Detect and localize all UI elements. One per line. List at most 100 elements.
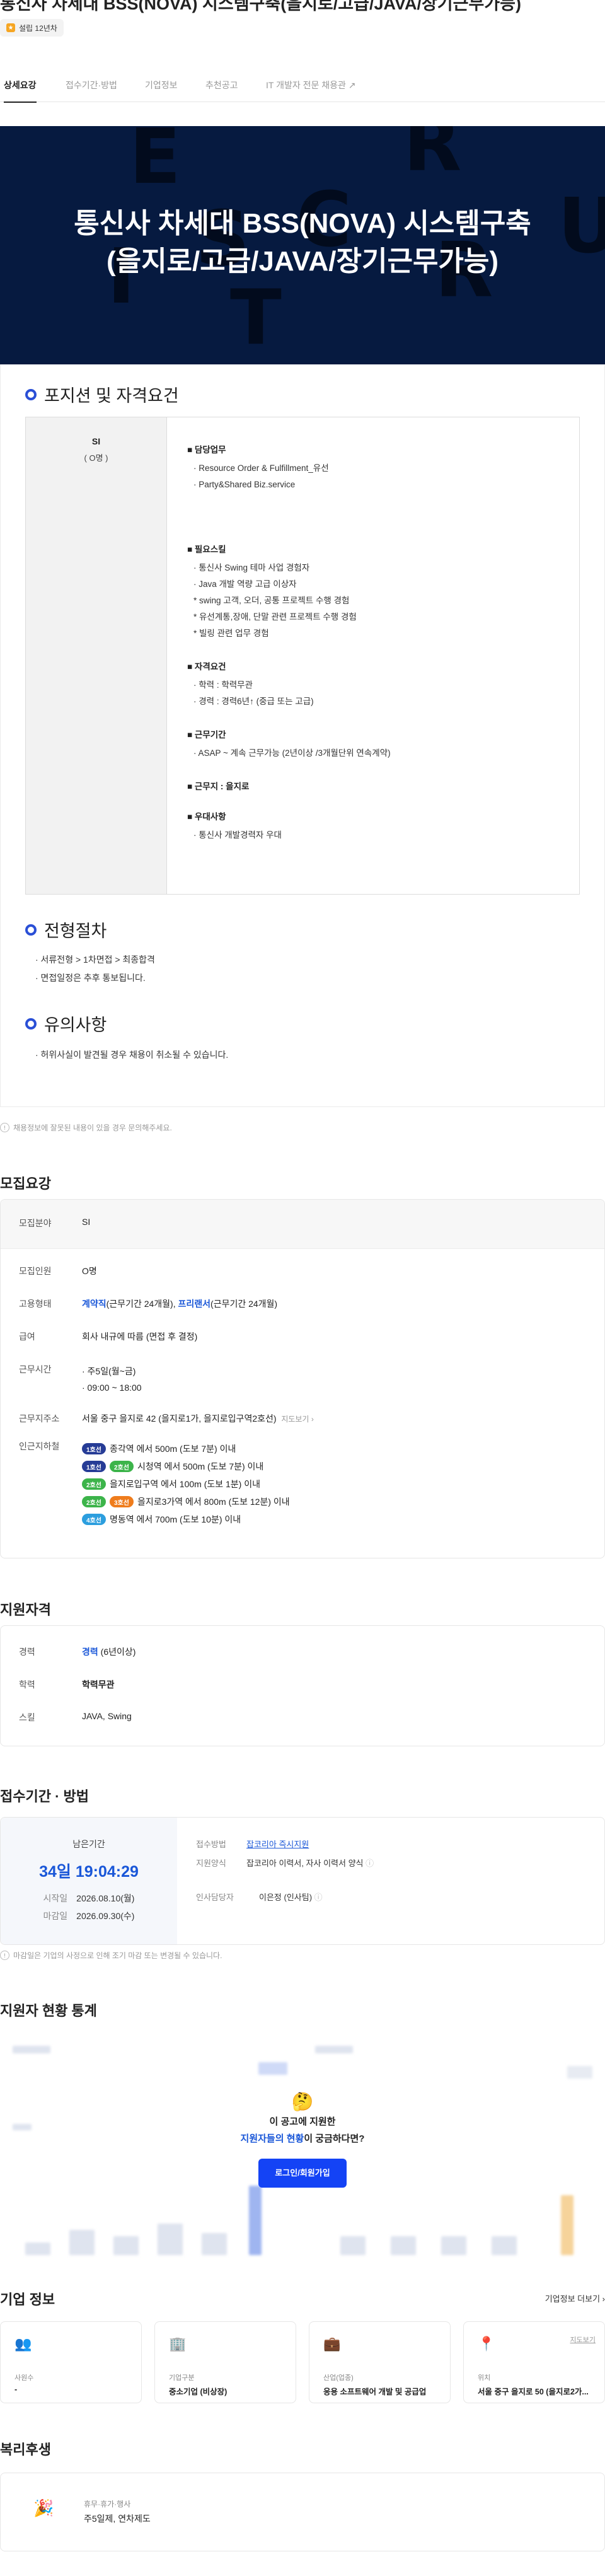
- row-value: 학력무관: [82, 1680, 115, 1690]
- apply-form-key: 지원양식: [196, 1859, 226, 1868]
- company-more-label: 기업정보 더보기: [544, 2294, 601, 2304]
- welfare-box: 🎉 휴무·휴가·행사 주5일제, 연차제도: [0, 2473, 605, 2551]
- requirement-block-title: 필요스킬: [187, 542, 579, 555]
- skill-row: 스킬 JAVA, Swing: [19, 1711, 132, 1724]
- requirement-block-title: 근무기간: [187, 728, 579, 740]
- info-icon: !: [0, 1951, 9, 1960]
- subway-line-badge: 3호선: [109, 1496, 134, 1507]
- end-date-key: 마감일: [43, 1911, 68, 1921]
- subway-station: 1호선 2호선 시청역 에서 500m (도보 7분) 이내: [82, 1458, 290, 1475]
- subway-line-badge: 2호선: [82, 1496, 106, 1507]
- map-link-label: 지도보기: [281, 1415, 309, 1424]
- subway-line-badge: 2호선: [109, 1461, 134, 1472]
- blurred-placeholder: [249, 2186, 262, 2255]
- tab-company-info[interactable]: 기업정보: [145, 68, 178, 102]
- row-key: 고용형태: [19, 1299, 52, 1309]
- row-key: 근무지주소: [19, 1413, 60, 1424]
- company-card-value: 중소기업 (비상장): [169, 2387, 228, 2396]
- row-value: 계약직(근무기간 24개월), 프리랜서(근무기간 24개월): [82, 1297, 277, 1310]
- hours-line: · 주5일(월~금): [82, 1366, 136, 1376]
- company-more-link[interactable]: 기업정보 더보기 ›: [545, 2292, 605, 2304]
- stats-heading: 지원자 현황 통계: [0, 2003, 97, 2019]
- subway-line-badge: 4호선: [82, 1514, 106, 1525]
- address-row: 근무지주소 서울 중구 을지로 42 (을지로1가, 을지로입구역2호선) 지도…: [19, 1412, 314, 1425]
- hours-row: 근무시간 · 주5일(월~금) · 09:00 ~ 18:00: [19, 1363, 142, 1396]
- subway-distance: 시청역 에서 500m (도보 7분) 이내: [137, 1461, 264, 1471]
- hero-title-line1: 통신사 차세대 BSS(NOVA) 시스템구축: [74, 208, 531, 239]
- recruit-field-row: 모집분야 SI: [19, 1217, 90, 1229]
- row-value: 경력 (6년이상): [82, 1645, 135, 1658]
- qualify-heading: 지원자격: [0, 1602, 51, 1618]
- hero-letter: R: [403, 126, 462, 189]
- blurred-placeholder: [492, 2236, 517, 2255]
- info-icon: !: [0, 1123, 9, 1132]
- requirements-left: SI ( O명 ): [26, 417, 167, 894]
- blurred-placeholder: [69, 2230, 95, 2255]
- requirement-block: 우대사항 · 통신사 개발경력자 우대: [187, 809, 579, 844]
- blurred-placeholder: [567, 2066, 592, 2079]
- company-card-value: 서울 중구 을지로 50 (을지로2가...: [478, 2387, 589, 2396]
- company-map-link[interactable]: 지도보기: [570, 2335, 596, 2345]
- company-heading: 기업 정보: [0, 2292, 55, 2307]
- hours-line: · 09:00 ~ 18:00: [82, 1383, 142, 1393]
- remain-countdown: 34일 19:04:29: [39, 1863, 139, 1881]
- caution-heading: 유의사항: [25, 1011, 107, 1036]
- subway-distance: 종각역 에서 500m (도보 7분) 이내: [109, 1444, 236, 1454]
- people-icon: 👥: [14, 2336, 32, 2352]
- report-note[interactable]: ! 채용정보에 잘못된 내용이 있을 경우 문의해주세요.: [0, 1122, 172, 1133]
- requirement-block: 근무기간 · ASAP ~ 계속 근무가능 (2년이상 /3개월단위 연속계약): [187, 728, 579, 762]
- process-heading: 전형절차: [25, 917, 107, 942]
- blurred-placeholder: [113, 2236, 139, 2255]
- apply-countdown-panel: 남은기간 34일 19:04:29 시작일 2026.08.10(월) 마감일 20…: [1, 1818, 177, 1944]
- help-circle-icon[interactable]: ⓘ: [314, 1893, 323, 1902]
- end-date: 마감일 2026.09.30(수): [1, 1910, 177, 1922]
- party-popper-icon: 🎉: [33, 2498, 54, 2517]
- blurred-placeholder: [13, 2046, 50, 2053]
- thinking-face-icon: 🤔: [291, 2092, 314, 2111]
- tab-apply-period[interactable]: 접수기간·방법: [66, 68, 117, 102]
- row-key: 모집분야: [19, 1218, 52, 1228]
- apply-note-text: 마감일은 기업의 사정으로 인해 조기 마감 또는 변경될 수 있습니다.: [13, 1951, 222, 1960]
- process-heading-text: 전형절차: [44, 922, 107, 941]
- requirement-block-title: 근무지 : 을지로: [187, 779, 579, 792]
- stats-prompt-highlight: 지원자들의 현황: [240, 2133, 304, 2144]
- company-card-industry: 💼 산업(업종) 응용 소프트웨어 개발 및 공급업: [309, 2321, 451, 2403]
- career-value: 경력: [82, 1647, 98, 1657]
- requirements-table: SI ( O명 ) 담당업무 · Resource Order & Fulfill…: [25, 417, 580, 895]
- tab-it-hiring-label: IT 개발자 전문 채용관: [266, 80, 346, 90]
- apply-method-link[interactable]: 잡코리아 즉시지원: [246, 1840, 309, 1849]
- subway-station: 1호선 종각역 에서 500m (도보 7분) 이내: [82, 1440, 290, 1458]
- bullet-circle-icon: [25, 388, 37, 400]
- apply-method-key: 접수방법: [196, 1840, 226, 1849]
- requirement-line: · Resource Order & Fulfillment_유선: [193, 463, 329, 473]
- requirement-block-title: 담당업무: [187, 443, 579, 455]
- tab-recommended[interactable]: 추천공고: [205, 68, 238, 102]
- map-link[interactable]: 지도보기 ›: [281, 1415, 314, 1424]
- subway-line-badge: 2호선: [82, 1478, 106, 1490]
- tab-it-hiring[interactable]: IT 개발자 전문 채용관 ↗: [266, 68, 356, 102]
- company-card-location: 📍 지도보기 위치 서울 중구 을지로 50 (을지로2가...: [463, 2321, 605, 2403]
- job-hero-banner: E R C U S R I T 통신사 차세대 BSS(NOVA) 시스템구축 …: [0, 126, 605, 364]
- subway-distance: 명동역 에서 700m (도보 10분) 이내: [109, 1514, 241, 1524]
- job-title: 통신사 차세대 BSS(NOVA) 시스템구축(을지로/고급/JAVA/장기근무…: [0, 0, 521, 13]
- company-card-key: 산업(업종): [323, 2374, 354, 2382]
- remain-label: 남은기간: [72, 1839, 105, 1849]
- company-card-employees: 👥 사원수 -: [0, 2321, 142, 2403]
- requirement-line: · Java 개발 역량 고급 이상자: [193, 579, 297, 589]
- career-years: (6년이상): [98, 1647, 136, 1657]
- requirements-right: 담당업무 · Resource Order & Fulfillment_유선 · P…: [167, 417, 579, 861]
- help-circle-icon[interactable]: ⓘ: [366, 1859, 374, 1868]
- stats-prompt-rest: 이 궁금하다면?: [304, 2133, 365, 2144]
- position-heading: 포지션 및 자격요건: [25, 382, 179, 407]
- apply-heading: 접수기간 · 방법: [0, 1789, 89, 1804]
- login-signup-button[interactable]: 로그인/회원가입: [258, 2159, 347, 2188]
- blurred-placeholder: [158, 2224, 183, 2255]
- requirement-block: 필요스킬 · 통신사 Swing 테마 사업 경험자 · Java 개발 역량 고급…: [187, 542, 579, 642]
- apply-form-value: 잡코리아 이력서, 자사 이력서 양식: [246, 1859, 364, 1868]
- apply-box: 남은기간 34일 19:04:29 시작일 2026.08.10(월) 마감일 20…: [0, 1817, 605, 1945]
- stats-prompt-line1: 이 공고에 지원한: [269, 2116, 336, 2127]
- emp-type-freelance-period: (근무기간 24개월): [210, 1299, 278, 1309]
- row-key: 학력: [19, 1680, 35, 1690]
- company-card-type: 🏢 기업구분 중소기업 (비상장): [154, 2321, 296, 2403]
- tab-detail[interactable]: 상세요강: [4, 68, 37, 103]
